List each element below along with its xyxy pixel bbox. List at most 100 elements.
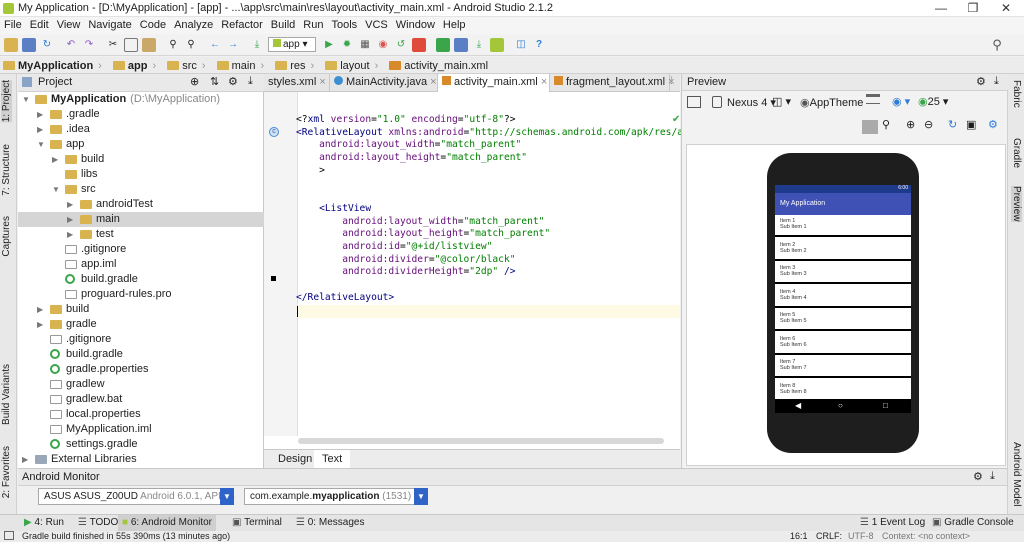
tree-item[interactable]: settings.gradle [18, 437, 264, 452]
crumb-res[interactable]: res › [272, 58, 319, 73]
refresh-icon[interactable]: ↻ [948, 118, 957, 131]
android-device-icon[interactable] [490, 38, 504, 52]
menu-tools[interactable]: Tools [327, 17, 361, 31]
expanded-arrow-icon[interactable]: ▼ [37, 137, 47, 152]
collapsed-arrow-icon[interactable]: ▶ [37, 107, 47, 122]
close-tab-icon[interactable]: × [319, 76, 325, 88]
tab-preview[interactable]: Preview [1011, 186, 1022, 222]
paste-icon[interactable] [142, 38, 156, 52]
tree-item[interactable]: ▶ test [18, 227, 264, 242]
hide-panel-icon[interactable]: ⤓ [248, 75, 253, 88]
close-tab-icon[interactable]: × [430, 76, 436, 88]
gear-icon[interactable]: ⚙ [976, 75, 986, 88]
stop-icon[interactable] [412, 38, 426, 52]
tab-event-log[interactable]: ☰ 1 Event Log [856, 515, 929, 531]
menu-file[interactable]: File [0, 17, 26, 31]
redo-icon[interactable]: ↷ [82, 38, 96, 52]
avd-manager-icon[interactable] [454, 38, 468, 52]
tree-item[interactable]: ▶ .idea [18, 122, 264, 137]
tree-item[interactable]: local.properties [18, 407, 264, 422]
search-everywhere-icon[interactable]: ⚲ [990, 38, 1004, 52]
collapsed-arrow-icon[interactable]: ▶ [37, 317, 47, 332]
attach-debugger-icon[interactable]: ▦ [358, 38, 372, 52]
tab-project[interactable]: 1: Project [1, 80, 12, 123]
collapsed-arrow-icon[interactable]: ▶ [37, 302, 47, 317]
tree-item[interactable]: gradle.properties [18, 362, 264, 377]
run-icon[interactable]: ▶ [322, 38, 336, 52]
code-area[interactable]: <?xml version="1.0" encoding="utf-8"?> <R… [264, 114, 723, 414]
collapsed-arrow-icon[interactable]: ▶ [67, 197, 77, 212]
menu-analyze[interactable]: Analyze [170, 17, 217, 31]
close-tab-icon[interactable]: × [541, 76, 547, 88]
menu-code[interactable]: Code [136, 17, 170, 31]
activity-icon[interactable] [866, 94, 880, 104]
menu-build[interactable]: Build [267, 17, 299, 31]
crumb-activity-main[interactable]: activity_main.xml [386, 58, 493, 73]
device-select[interactable]: Nexus 4 ▾ [727, 96, 776, 109]
collapsed-arrow-icon[interactable]: ▶ [22, 452, 32, 467]
open-folder-icon[interactable] [4, 38, 18, 52]
save-icon[interactable] [22, 38, 36, 52]
forward-icon[interactable]: → [226, 38, 240, 52]
locale-globe-icon[interactable]: ◉ ▾ [892, 95, 910, 108]
crumb-app[interactable]: app › [110, 58, 161, 73]
debug-icon[interactable]: ✹ [340, 38, 354, 52]
line-separator[interactable]: CRLF: [816, 531, 842, 542]
collapsed-arrow-icon[interactable]: ▶ [52, 152, 62, 167]
collapse-all-icon[interactable]: ⇅ [210, 75, 219, 88]
tree-item[interactable]: gradlew [18, 377, 264, 392]
orientation-icon[interactable]: ◫ ▾ [772, 95, 791, 108]
sdk-manager-icon[interactable]: ⤓ [472, 38, 486, 52]
project-view-selector[interactable]: Project [38, 76, 72, 88]
menu-refactor[interactable]: Refactor [217, 17, 267, 31]
sync-gradle-icon[interactable] [436, 38, 450, 52]
tree-item[interactable]: ▶ gradle [18, 317, 264, 332]
tree-item[interactable]: libs [18, 167, 264, 182]
menu-navigate[interactable]: Navigate [84, 17, 135, 31]
tree-item[interactable]: ▶ build [18, 302, 264, 317]
zoom-to-fit-icon[interactable] [862, 120, 878, 134]
menu-window[interactable]: Window [392, 17, 439, 31]
tree-item[interactable]: ▼ src [18, 182, 264, 197]
tab-favorites[interactable]: 2: Favorites [1, 446, 12, 498]
tab-todo[interactable]: ☰ TODO [74, 515, 122, 531]
project-structure-icon[interactable]: ◫ [514, 38, 528, 52]
help-icon[interactable]: ? [532, 38, 546, 52]
menu-edit[interactable]: Edit [26, 17, 53, 31]
file-encoding[interactable]: UTF-8 [848, 531, 874, 542]
tree-item[interactable]: proguard-rules.pro [18, 287, 264, 302]
tab-gradle-console[interactable]: ▣ Gradle Console [928, 515, 1018, 531]
crumb-main[interactable]: main › [214, 58, 270, 73]
more-tabs-icon[interactable]: ⁞ [670, 76, 673, 87]
menu-help[interactable]: Help [439, 17, 470, 31]
replace-icon[interactable]: ⚲ [184, 38, 198, 52]
maximize-icon[interactable]: ❐ [957, 0, 989, 17]
tab-activity-main-xml[interactable]: activity_main.xml × [438, 74, 550, 92]
tab-android-model[interactable]: Android Model [1011, 442, 1022, 506]
find-icon[interactable]: ⚲ [166, 38, 180, 52]
tab-structure[interactable]: 7: Structure [1, 144, 12, 196]
collapsed-arrow-icon[interactable]: ▶ [67, 227, 77, 242]
tree-item[interactable]: .gitignore [18, 332, 264, 347]
device-select[interactable]: ASUS ASUS_Z00UD Android 6.0.1, API 23 ▼ [38, 488, 235, 505]
tab-messages[interactable]: ☰ 0: Messages [292, 515, 368, 531]
back-icon[interactable]: ← [208, 38, 222, 52]
tab-design[interactable]: Design [270, 450, 320, 469]
tree-item[interactable]: .gitignore [18, 242, 264, 257]
horizontal-scrollbar[interactable] [298, 438, 664, 444]
tree-item[interactable]: ▶ External Libraries [18, 452, 264, 467]
run-config-select[interactable]: app ▾ [268, 37, 316, 52]
crumb-myapplication[interactable]: MyApplication › [0, 58, 107, 73]
tab-fabric[interactable]: Fabric [1011, 80, 1022, 108]
make-project-icon[interactable]: ⤓ [250, 38, 264, 52]
tab-text[interactable]: Text [314, 450, 351, 469]
toggle-tool-windows-icon[interactable] [4, 531, 14, 540]
menu-vcs[interactable]: VCS [361, 17, 392, 31]
tree-item[interactable]: ▼ MyApplication (D:\MyApplication) [18, 92, 264, 107]
scroll-from-source-icon[interactable]: ⊕ [190, 75, 199, 88]
minimize-icon[interactable]: — [925, 0, 957, 17]
tree-item[interactable]: ▶ androidTest [18, 197, 264, 212]
tab-gradle[interactable]: Gradle [1011, 138, 1022, 168]
layout-editor-icon[interactable] [687, 96, 701, 108]
tab-android-monitor[interactable]: ■ 6: Android Monitor [118, 515, 216, 531]
